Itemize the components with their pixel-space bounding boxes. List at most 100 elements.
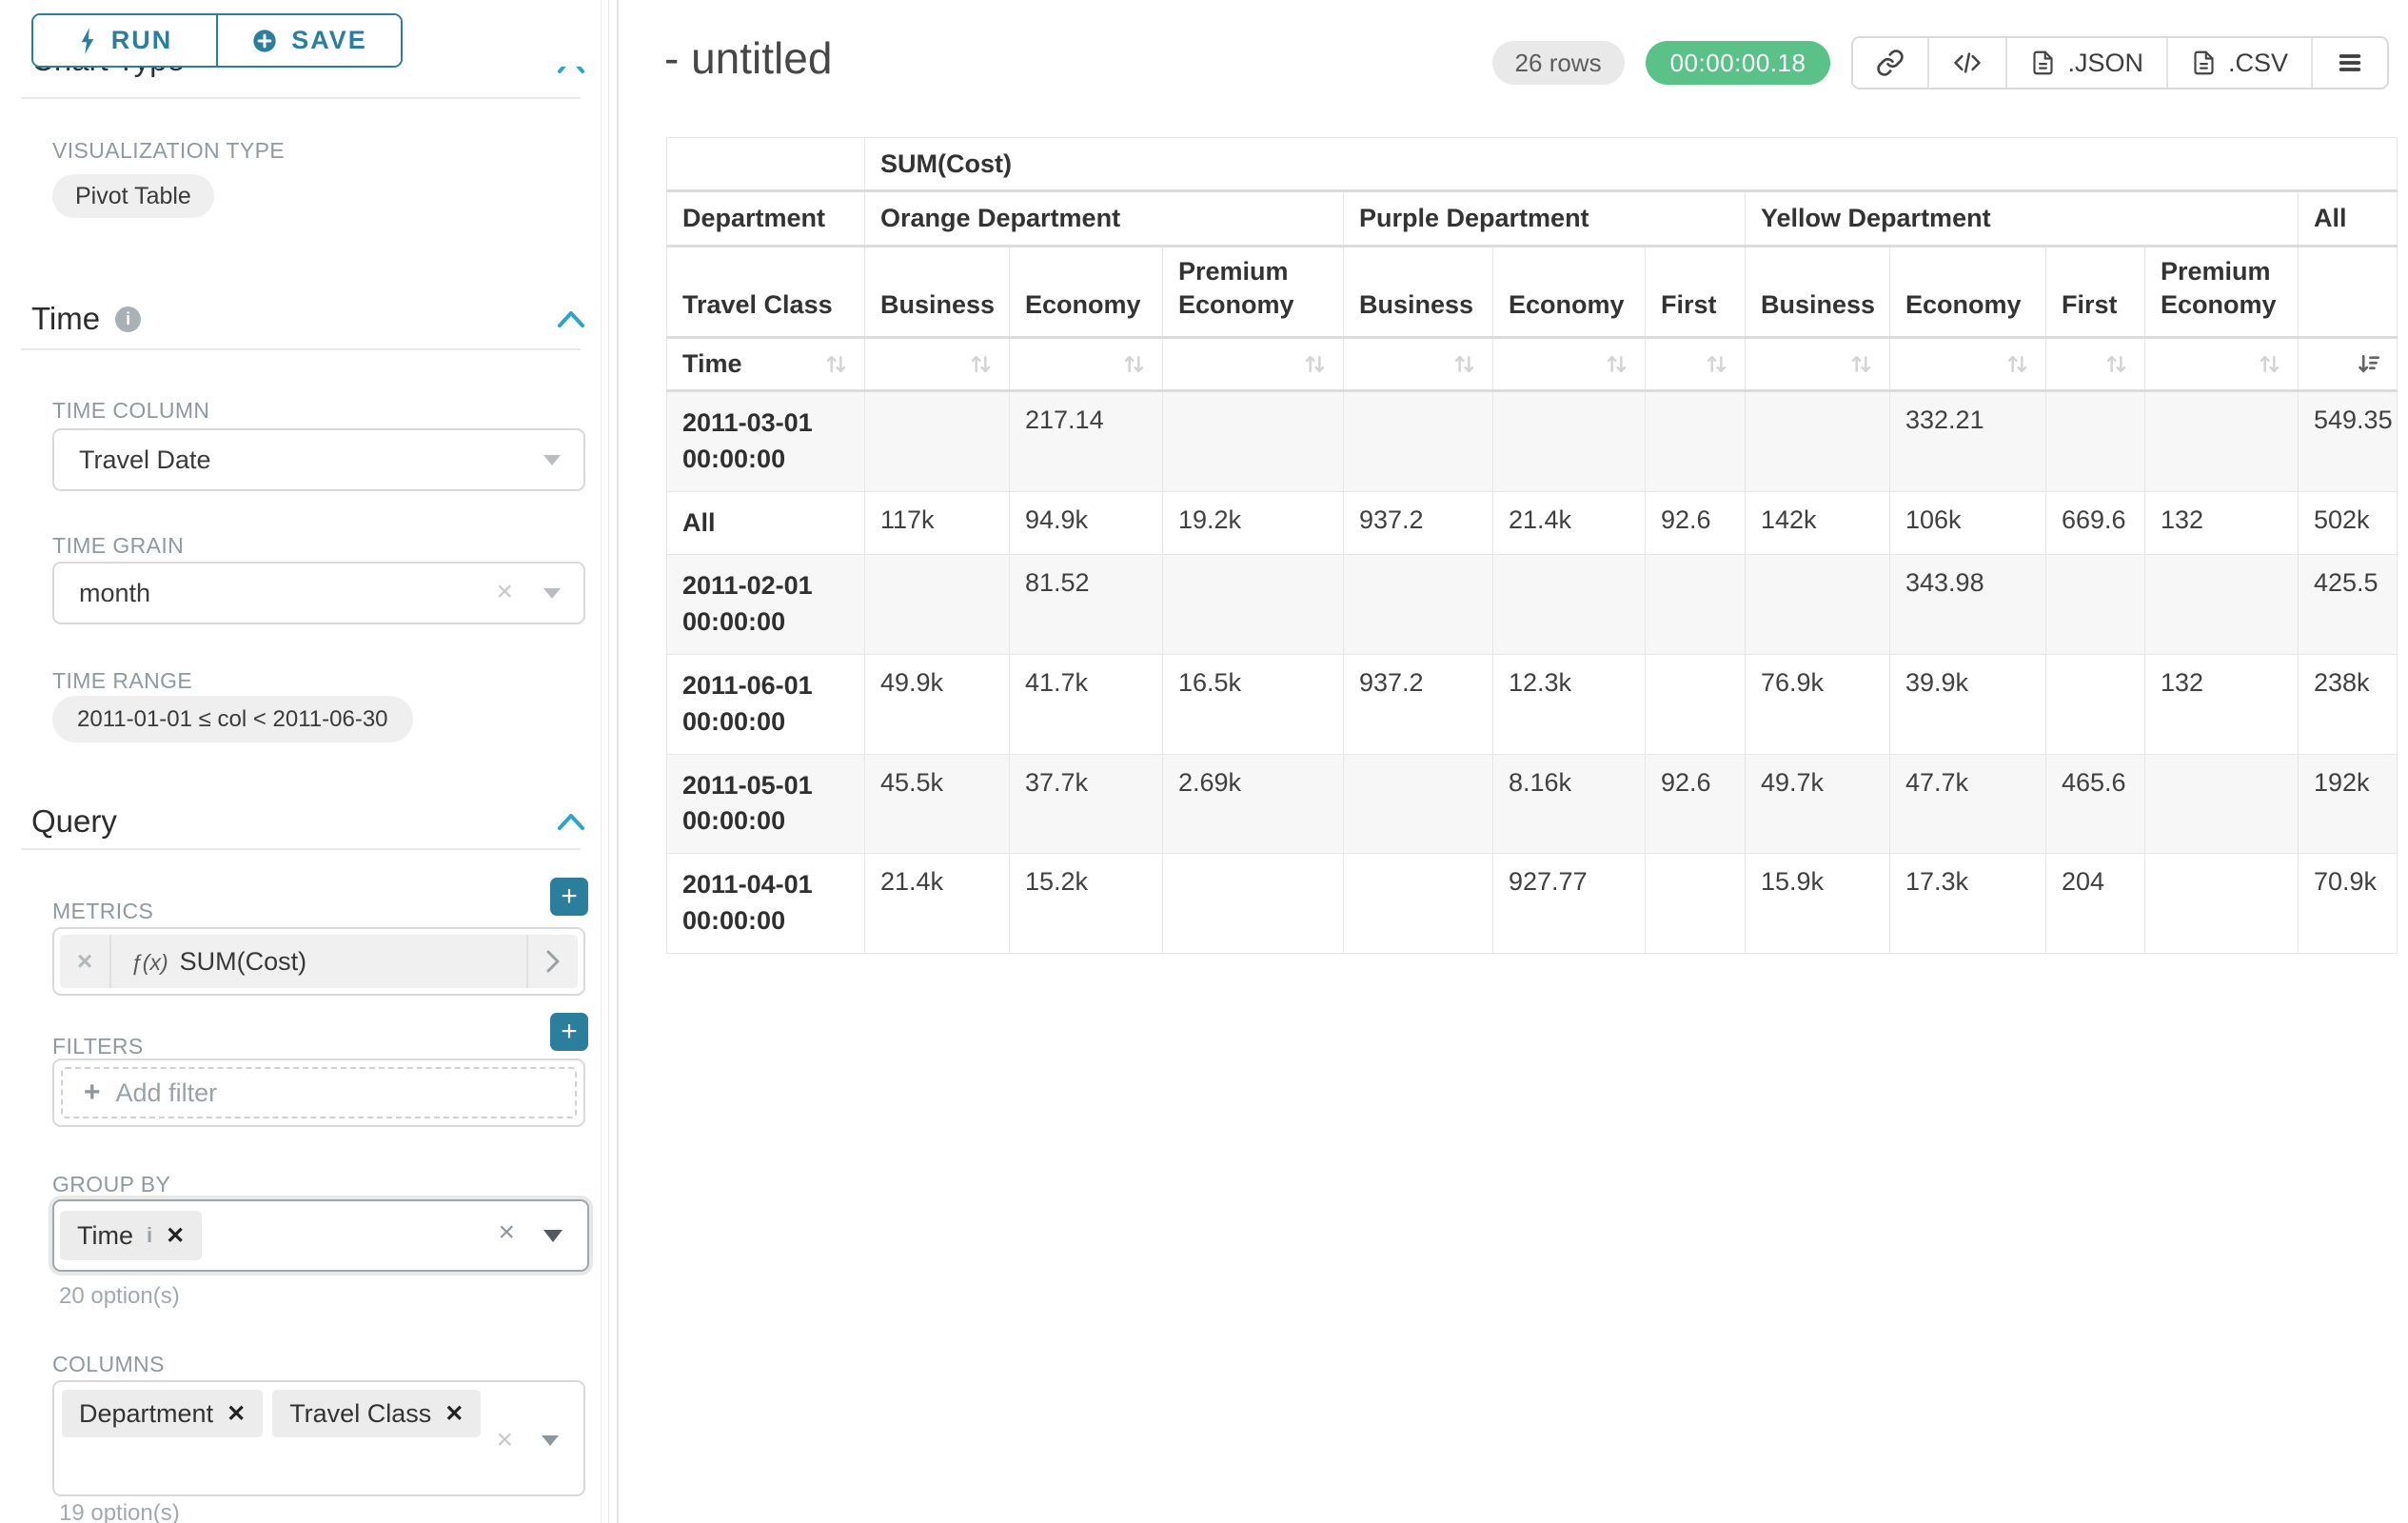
pivot-cell: 217.14 [1010,391,1163,492]
save-button[interactable]: SAVE [216,15,401,66]
tag-label: Time [77,1221,133,1251]
pivot-cell [865,391,1010,492]
sort-icon[interactable] [1302,351,1328,377]
pivot-row: 2011-06-01 00:00:0049.9k41.7k16.5k937.21… [667,655,2398,755]
pivot-cell: 238k [2299,655,2398,755]
sort-icon[interactable] [1121,351,1147,377]
pivot-col-header: Economy [1010,247,1163,338]
time-grain-label: TIME GRAIN [52,533,184,559]
pivot-sort-header[interactable] [1344,338,1493,391]
info-icon: i [147,1223,152,1248]
expand-metric-icon[interactable] [526,935,578,988]
chevron-up-icon[interactable] [557,812,585,831]
sidebar-scrollbar[interactable] [601,0,609,1523]
pivot-row-header: 2011-05-01 00:00:00 [667,754,865,854]
columns-tag[interactable]: Travel Class ✕ [272,1390,481,1437]
pivot-sort-header[interactable] [2046,338,2145,391]
pivot-row-header: 2011-03-01 00:00:00 [667,391,865,492]
pivot-cell: 45.5k [865,754,1010,854]
sort-desc-icon[interactable] [2356,351,2381,377]
pivot-cell [865,555,1010,655]
metric-name: SUM(Cost) [180,947,307,977]
pivot-col-header: Business [1746,247,1890,338]
pivot-sort-header[interactable] [2145,338,2299,391]
sort-icon[interactable] [2103,351,2129,377]
remove-tag-icon[interactable]: ✕ [227,1400,246,1428]
pivot-cell [1646,555,1746,655]
sort-icon[interactable] [1451,351,1477,377]
plus-icon: + [84,1077,101,1109]
view-query-button[interactable] [1927,38,2005,88]
pivot-cell: 70.9k [2299,854,2398,954]
pivot-row: 2011-03-01 00:00:00217.14332.21549.35 [667,391,2398,492]
add-filter-plus-button[interactable]: + [550,1013,588,1051]
run-button[interactable]: RUN [33,15,216,66]
columns-select[interactable]: Department ✕ Travel Class ✕ × [52,1380,585,1496]
columns-tag[interactable]: Department ✕ [62,1390,263,1437]
remove-tag-icon[interactable]: ✕ [444,1400,464,1428]
info-icon: i [115,307,141,332]
pivot-col-header: First [1646,247,1746,338]
pivot-sort-header[interactable] [2299,338,2398,391]
time-grain-select[interactable]: month × [52,562,585,624]
share-link-button[interactable] [1853,38,1927,88]
pivot-cell: 19.2k [1163,491,1344,555]
group-by-tag[interactable]: Time i ✕ [60,1211,202,1260]
pivot-col-group-header: Purple Department [1344,191,1746,247]
pivot-cell: 15.9k [1746,854,1890,954]
time-column-select[interactable]: Travel Date [52,428,585,491]
pivot-col-group-header: Yellow Department [1746,191,2299,247]
pivot-sort-header[interactable] [865,338,1010,391]
remove-tag-icon[interactable]: ✕ [166,1222,185,1250]
pivot-cell [1646,655,1746,755]
add-filter-button[interactable]: + Add filter [61,1067,577,1118]
menu-button[interactable] [2311,38,2387,88]
pivot-col-header: Economy [1890,247,2046,338]
add-metric-button[interactable]: + [550,878,588,916]
pivot-sort-header[interactable] [1010,338,1163,391]
sort-icon[interactable] [968,351,994,377]
sort-icon[interactable] [823,351,849,377]
clear-icon[interactable]: × [496,564,513,623]
pivot-sort-header[interactable] [1646,338,1746,391]
pivot-sort-header[interactable]: Time [667,338,865,391]
chevron-up-icon[interactable] [557,309,585,328]
clear-icon[interactable]: × [498,1216,515,1249]
pivot-sort-header[interactable] [1163,338,1344,391]
pivot-header-row: Travel ClassBusinessEconomyPremium Econo… [667,247,2398,338]
tag-label: Department [79,1399,213,1429]
superset-explore-screen: Chart Type RUN SAVE VISUALIZATION TYPE P… [0,0,2408,1523]
pivot-cell [2145,754,2299,854]
metric-chip[interactable]: × ƒ(x) SUM(Cost) [60,935,578,988]
pivot-sort-header[interactable] [1493,338,1646,391]
export-button-group: .JSON .CSV [1851,36,2389,89]
sort-icon[interactable] [2004,351,2030,377]
sort-icon[interactable] [1604,351,1629,377]
filters-label: FILTERS [52,1034,144,1059]
query-section-title: Query [31,803,117,840]
pivot-sort-header[interactable] [1746,338,1890,391]
chart-title[interactable]: - untitled [664,32,832,84]
group-by-select[interactable]: Time i ✕ × [52,1199,589,1272]
export-json-button[interactable]: .JSON [2005,38,2166,88]
sort-icon[interactable] [2257,351,2282,377]
clear-icon[interactable]: × [496,1424,513,1456]
link-icon [1876,49,1905,77]
pivot-sort-header[interactable] [1890,338,2046,391]
add-filter-label: Add filter [116,1078,218,1108]
tag-label: Travel Class [289,1399,431,1429]
time-range-pill[interactable]: 2011-01-01 ≤ col < 2011-06-30 [52,696,413,742]
sort-icon[interactable] [1704,351,1729,377]
pivot-row-header: All [667,491,865,555]
pivot-cell: 425.5 [2299,555,2398,655]
pivot-col-header: Premium Economy [1163,247,1344,338]
sort-icon[interactable] [1848,351,1874,377]
time-section-title: Time [31,301,100,337]
export-csv-button[interactable]: .CSV [2166,38,2311,88]
remove-metric-icon[interactable]: × [60,935,111,988]
pivot-cell: 49.9k [865,655,1010,755]
columns-label: COLUMNS [52,1352,165,1377]
pivot-corner-cell [667,138,865,191]
viz-type-pill[interactable]: Pivot Table [52,174,214,218]
pivot-row-header: 2011-02-01 00:00:00 [667,555,865,655]
